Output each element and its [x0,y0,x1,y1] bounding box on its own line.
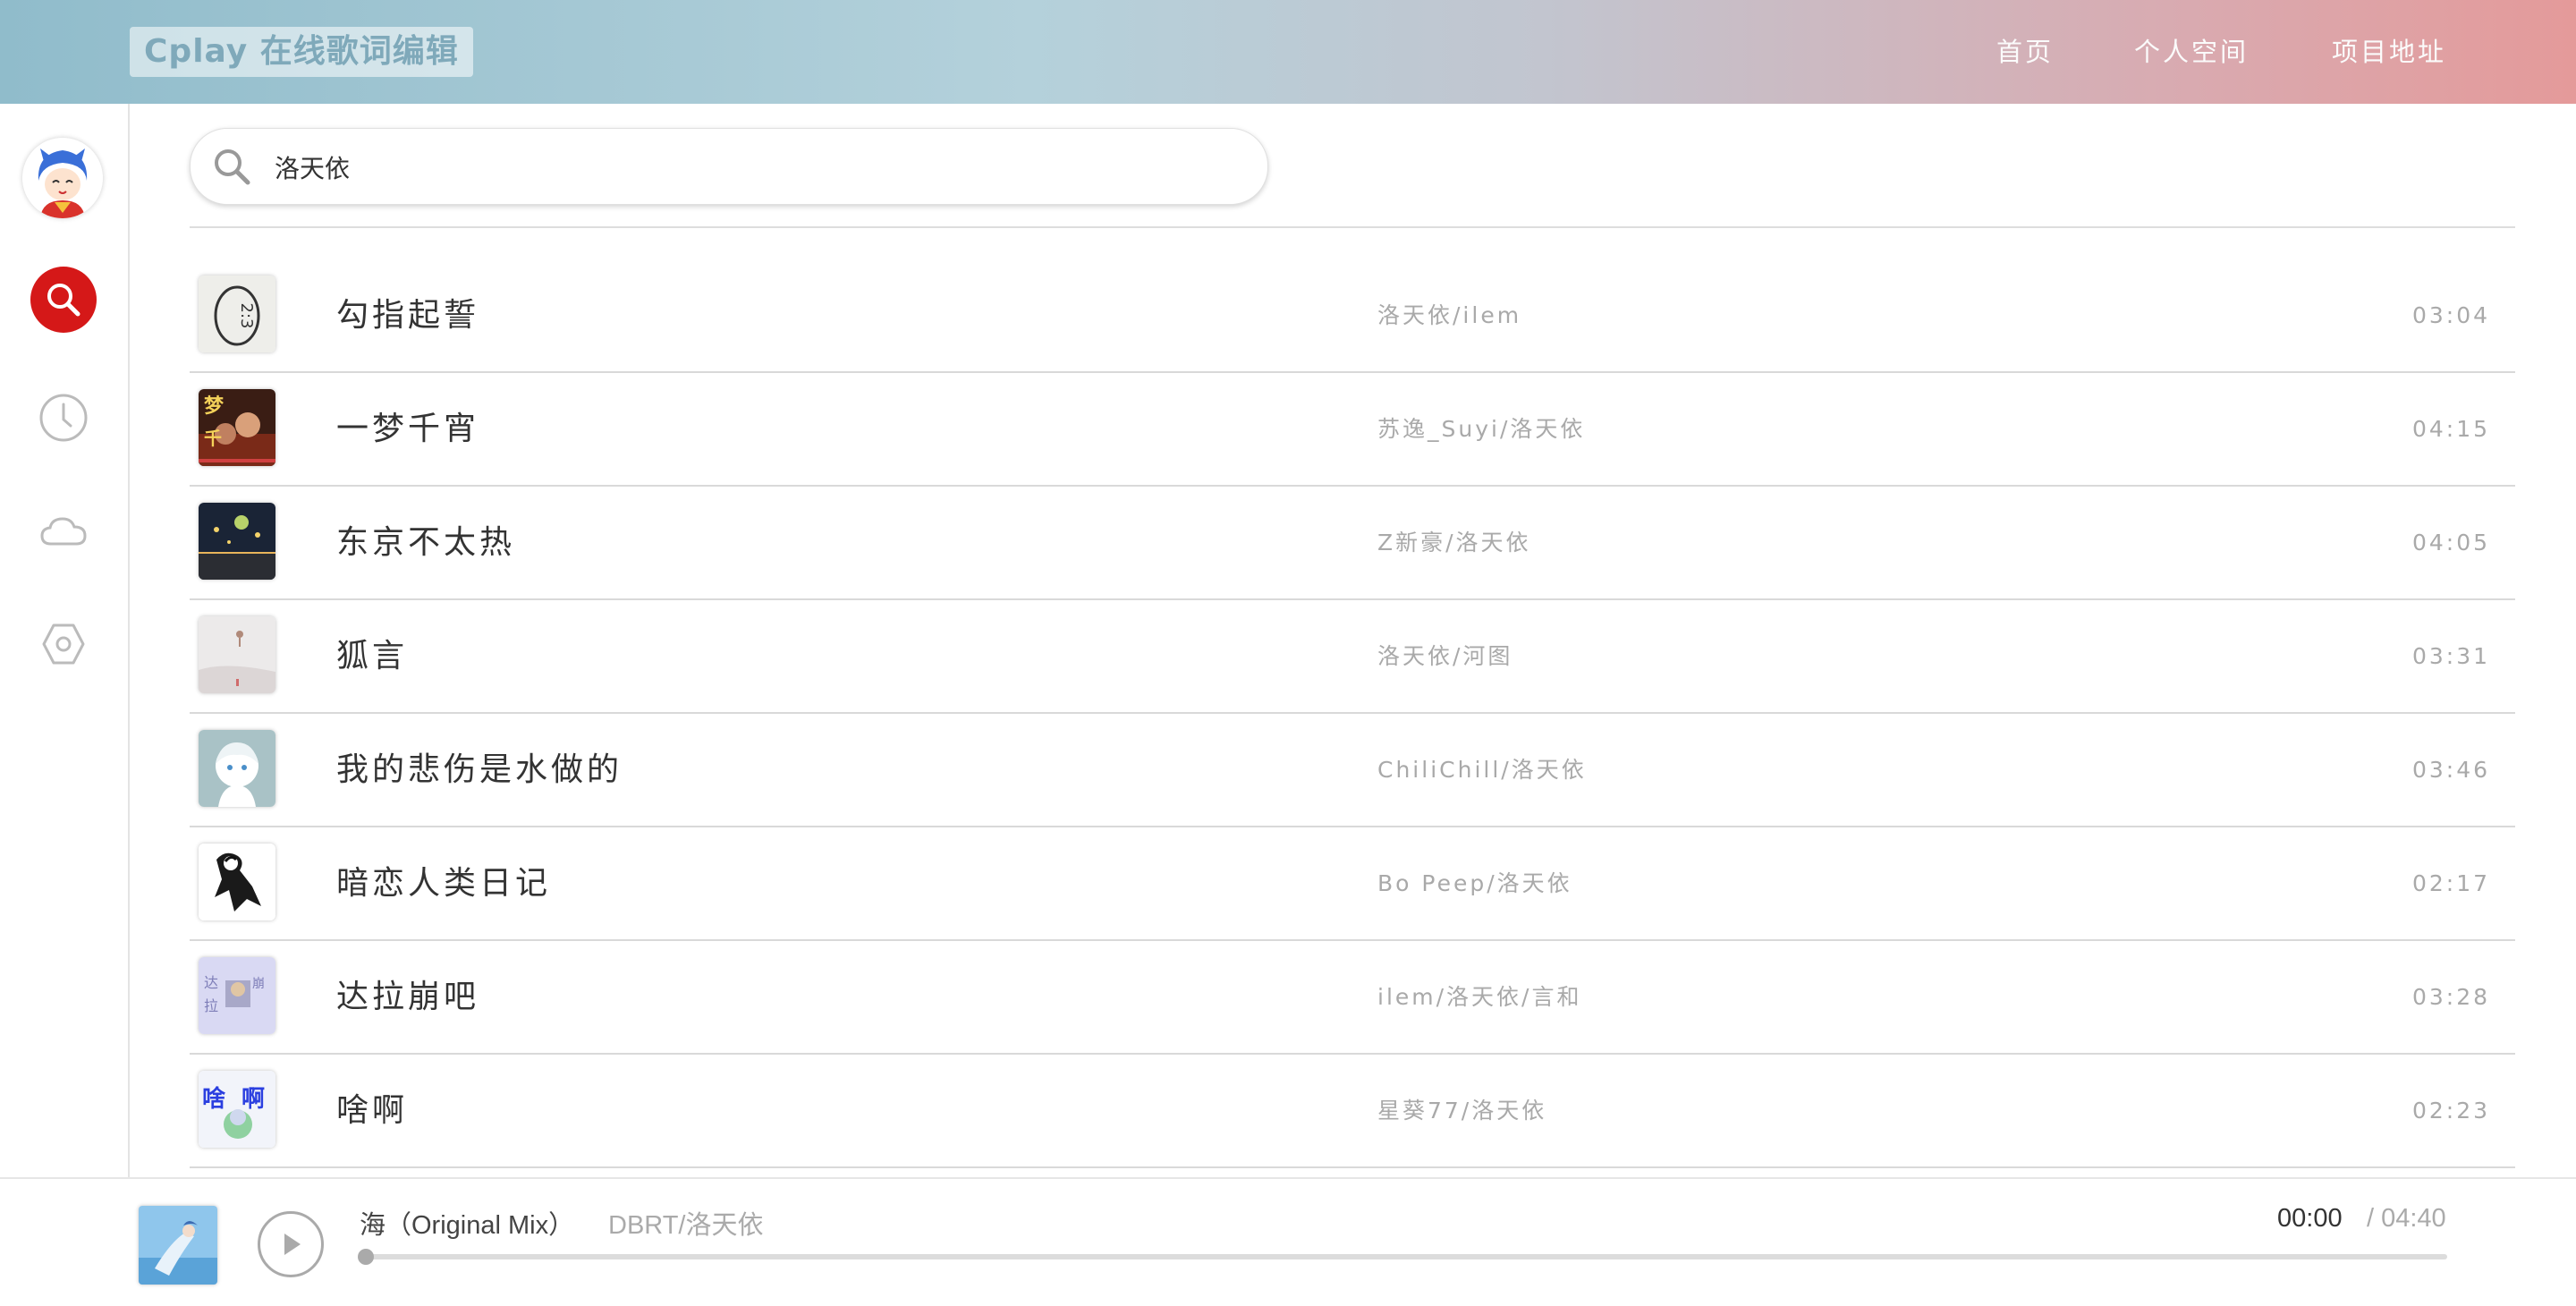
search-icon [47,284,80,317]
svg-text:啊: 啊 [242,1086,265,1113]
song-duration: 04:15 [2411,416,2490,442]
song-row[interactable]: 2:3 勾指起誓 洛天依/ilem 03:04 [190,259,2515,373]
svg-text:啥: 啥 [202,1085,225,1113]
song-title: 啥啊 [336,1092,409,1129]
search-input[interactable] [273,147,1242,188]
sidebar-item-settings[interactable] [30,611,97,677]
nav-home[interactable]: 首页 [1996,0,2054,104]
nav-project-link[interactable]: 项目地址 [2332,0,2446,104]
song-duration: 02:17 [2411,870,2490,896]
song-artist: Bo Peep/洛天依 [1377,870,1572,896]
song-artist: ilem/洛天依/言和 [1377,984,1582,1010]
sidebar-item-history[interactable] [30,385,97,451]
song-title: 东京不太热 [336,524,516,561]
song-row[interactable]: 达拉 崩 达拉崩吧 ilem/洛天依/言和 03:28 [190,941,2515,1055]
song-artist: Z新豪/洛天依 [1377,530,1531,555]
avatar[interactable] [22,138,103,218]
song-duration: 04:05 [2411,530,2490,555]
song-title: 暗恋人类日记 [336,865,552,902]
song-duration: 03:46 [2411,757,2490,783]
song-cover [199,503,275,580]
svg-text:崩: 崩 [252,977,265,991]
song-cover [199,730,275,807]
player-bar: 海（Original Mix） DBRT/洛天依 00:00 / 04:40 [0,1177,2576,1306]
song-title: 一梦千宵 [336,411,480,447]
song-cover: 达拉 崩 [199,957,275,1034]
song-list: 2:3 勾指起誓 洛天依/ilem 03:04 梦千 一梦千宵 苏逸_Suyi/… [190,259,2515,1170]
top-header: Cplay 在线歌词编辑 首页 个人空间 项目地址 [0,0,2576,104]
song-artist: 苏逸_Suyi/洛天依 [1377,416,1586,442]
song-artist: ChiliChill/洛天依 [1377,757,1587,783]
song-row[interactable]: 啥啊 啥啊 星葵77/洛天依 02:23 [190,1055,2515,1168]
song-title: 狐言 [336,638,409,674]
now-playing-cover[interactable] [139,1206,217,1285]
song-title: 勾指起誓 [336,297,480,334]
progress-bar[interactable] [358,1249,2447,1265]
song-title: 我的悲伤是水做的 [336,751,623,788]
hexagon-settings-icon [42,623,85,665]
svg-text:千: 千 [204,428,222,449]
search-bar [190,128,1268,205]
cloud-icon [40,517,87,546]
song-duration: 03:28 [2411,984,2490,1010]
now-playing-title: 海（Original Mix） [360,1211,575,1240]
progress-knob[interactable] [358,1249,374,1265]
now-playing-artist: DBRT/洛天依 [608,1211,764,1240]
song-row[interactable]: 东京不太热 Z新豪/洛天依 04:05 [190,487,2515,600]
nav-personal-space[interactable]: 个人空间 [2134,0,2249,104]
song-artist: 洛天依/河图 [1377,643,1513,669]
song-row[interactable]: 暗恋人类日记 Bo Peep/洛天依 02:17 [190,827,2515,941]
song-cover: 啥啊 [199,1071,275,1148]
clock-icon [39,394,88,442]
svg-text:拉: 拉 [204,997,218,1014]
song-artist: 洛天依/ilem [1377,302,1522,328]
sidebar-item-search[interactable] [30,267,97,333]
svg-text:梦: 梦 [204,394,225,418]
song-row[interactable]: 狐言 洛天依/河图 03:31 [190,600,2515,714]
song-duration: 03:04 [2411,302,2490,328]
song-cover: 梦千 [199,389,275,466]
svg-text:达: 达 [204,974,218,991]
song-cover: 2:3 [199,276,275,352]
search-icon[interactable] [210,145,253,188]
song-artist: 星葵77/洛天依 [1377,1098,1547,1124]
song-row[interactable]: 梦千 一梦千宵 苏逸_Suyi/洛天依 04:15 [190,373,2515,487]
current-time: 00:00 [2277,1204,2343,1233]
play-icon [284,1234,301,1255]
song-cover [199,844,275,920]
search-divider [190,226,2515,228]
song-row[interactable]: 我的悲伤是水做的 ChiliChill/洛天依 03:46 [190,714,2515,827]
sidebar [0,104,130,1179]
total-time: / 04:40 [2367,1204,2446,1233]
song-duration: 02:23 [2411,1098,2490,1124]
song-title: 达拉崩吧 [336,979,480,1015]
play-button[interactable] [258,1211,324,1277]
app-logo[interactable]: Cplay 在线歌词编辑 [130,27,473,77]
svg-text:2:3: 2:3 [237,303,256,329]
sidebar-item-cloud[interactable] [30,498,97,564]
song-duration: 03:31 [2411,643,2490,669]
song-cover [199,616,275,693]
